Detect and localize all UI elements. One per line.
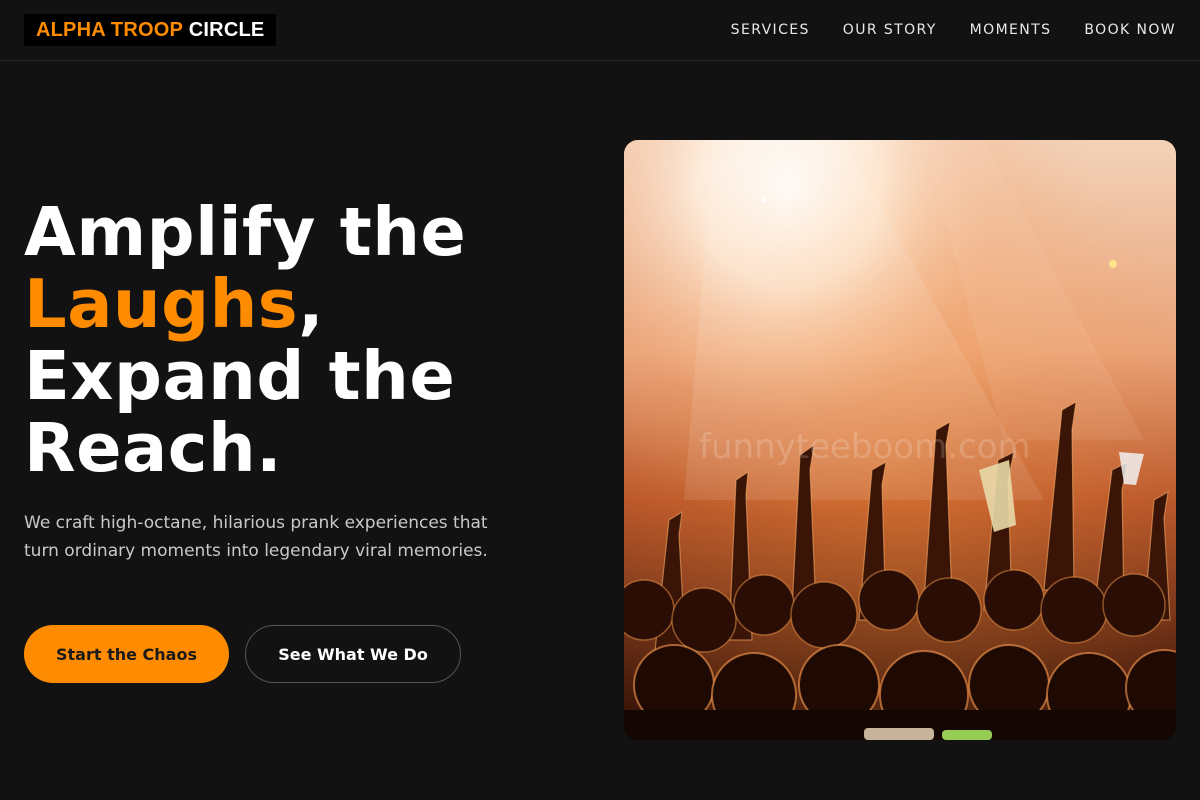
hero-headline: Amplify the Laughs, Expand the Reach. — [24, 196, 564, 484]
headline-accent-word: Laughs — [24, 265, 299, 343]
headline-comma: , — [298, 265, 325, 343]
nav-item-our-story[interactable]: OUR STORY — [843, 22, 937, 38]
headline-line-4: Reach. — [24, 409, 283, 487]
headline-line-1: Amplify the — [24, 193, 467, 271]
brand-logo-part2: CIRCLE — [188, 18, 265, 41]
concert-crowd-illustration: funnyteeboom.com — [624, 140, 1176, 740]
headline-line-3: Expand the — [24, 337, 456, 415]
hero-image-concert-crowd: funnyteeboom.com — [624, 140, 1176, 740]
see-what-we-do-button[interactable]: See What We Do — [245, 625, 461, 683]
image-watermark: funnyteeboom.com — [699, 427, 1031, 467]
brand-logo[interactable]: ALPHA TROOP CIRCLE — [24, 14, 277, 46]
nav-menu: SERVICES OUR STORY MOMENTS BOOK NOW — [731, 0, 1176, 60]
nav-item-services[interactable]: SERVICES — [731, 22, 810, 38]
brand-logo-part1: ALPHA TROOP — [36, 18, 184, 41]
hero-subtitle: We craft high-octane, hilarious prank ex… — [24, 513, 488, 561]
nav-item-moments[interactable]: MOMENTS — [970, 22, 1052, 38]
top-navbar: ALPHA TROOP CIRCLE SERVICES OUR STORY MO… — [0, 0, 1200, 61]
start-chaos-button[interactable]: Start the Chaos — [24, 625, 229, 683]
nav-item-book-now[interactable]: BOOK NOW — [1084, 22, 1176, 38]
